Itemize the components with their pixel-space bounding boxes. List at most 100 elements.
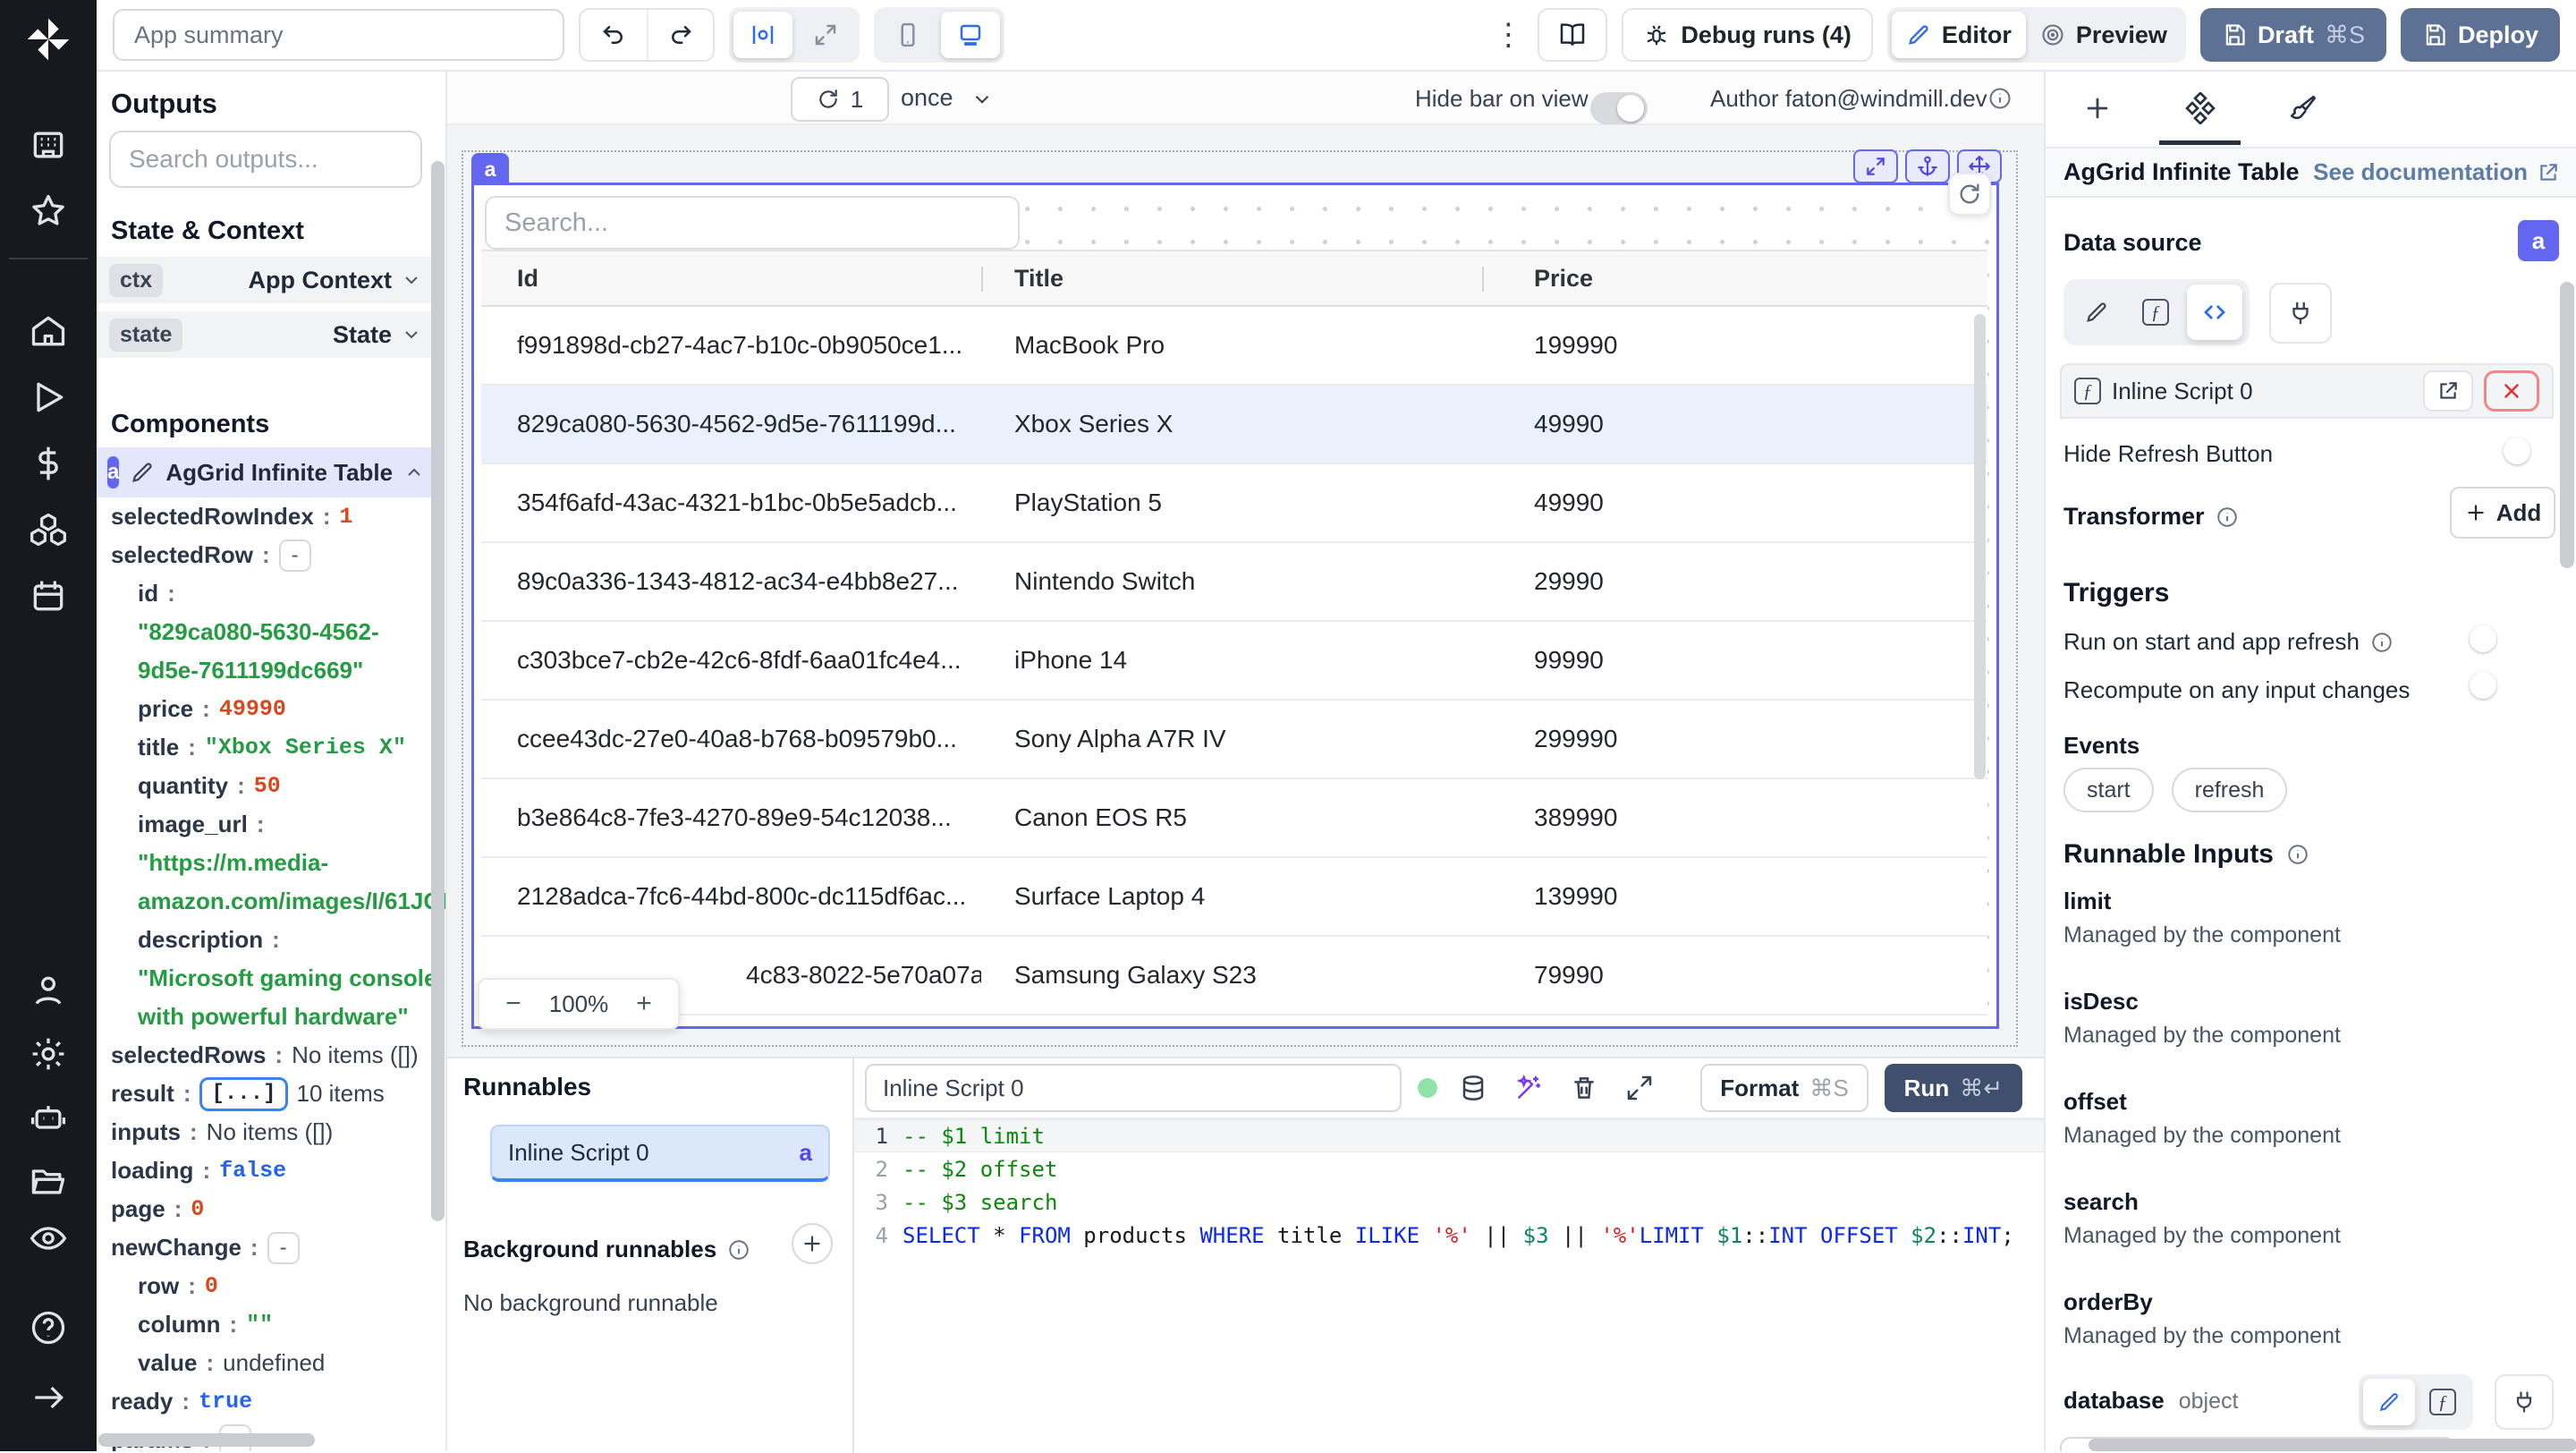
settings-icon[interactable] xyxy=(29,1034,68,1074)
output-line[interactable]: with powerful hardware" xyxy=(97,998,445,1036)
component-settings-tab[interactable] xyxy=(2148,72,2251,145)
help-icon[interactable] xyxy=(29,1308,68,1347)
output-line[interactable]: selectedRowIndex:1 xyxy=(97,497,445,536)
connect-plug-button[interactable] xyxy=(2269,283,2332,344)
open-script-button[interactable] xyxy=(2423,370,2473,412)
deploy-button[interactable]: Deploy xyxy=(2400,8,2560,62)
search-outputs-input[interactable]: Search outputs... xyxy=(109,131,422,188)
add-background-runnable-button[interactable] xyxy=(792,1223,833,1264)
workers-icon[interactable] xyxy=(29,1098,68,1137)
outputs-horizontal-scrollbar[interactable] xyxy=(98,1433,315,1447)
canvas[interactable]: a Search... Id Title Price f991898d-cb27-4… xyxy=(447,125,2044,1128)
schedules-icon[interactable] xyxy=(29,576,68,616)
debug-runs-button[interactable]: Debug runs (4) xyxy=(1622,8,1873,62)
output-line[interactable]: loading: false xyxy=(97,1151,445,1190)
output-line[interactable]: result: [...] 10 items xyxy=(97,1075,445,1113)
output-line[interactable]: description: xyxy=(97,921,445,959)
expand-component-button[interactable] xyxy=(1853,149,1898,183)
desktop-view-toggle[interactable] xyxy=(941,12,1000,58)
component-tree-item[interactable]: a AgGrid Infinite Table xyxy=(97,447,435,497)
workspace-icon[interactable] xyxy=(29,125,68,165)
home-icon[interactable] xyxy=(29,311,68,351)
connect-plug-button[interactable] xyxy=(2495,1374,2554,1430)
aggrid-component[interactable]: a Search... Id Title Price f991898d-cb27-4… xyxy=(471,149,2002,1030)
expand-object-chip[interactable]: - xyxy=(278,539,311,572)
column-header-price[interactable]: Price xyxy=(1482,265,1987,293)
database-icon[interactable] xyxy=(1453,1068,1493,1108)
more-menu-button[interactable]: ⋮ xyxy=(1493,20,1523,50)
schedule-dropdown[interactable]: once xyxy=(901,84,953,112)
output-line[interactable]: price:49990 xyxy=(97,690,445,728)
app-summary-input[interactable]: App summary xyxy=(113,9,564,61)
code-line[interactable]: 1 -- $1 limit xyxy=(854,1119,2044,1152)
chevron-down-icon[interactable] xyxy=(970,88,994,111)
expand-array-chip[interactable]: [...] xyxy=(199,1076,288,1111)
table-header-row[interactable]: Id Title Price xyxy=(481,251,1987,307)
output-line[interactable]: value: undefined xyxy=(97,1344,445,1382)
table-vertical-scrollbar[interactable] xyxy=(1974,314,1986,779)
table-row[interactable]: 2128adca-7fc6-44bd-800c-dc115df6ac... Sur… xyxy=(481,858,1987,937)
anchor-component-button[interactable] xyxy=(1905,149,1950,183)
column-header-title[interactable]: Title xyxy=(981,265,1482,293)
code-mode-icon[interactable] xyxy=(2187,285,2242,340)
folders-icon[interactable] xyxy=(29,1161,68,1201)
output-line[interactable]: quantity:50 xyxy=(97,767,445,805)
column-header-id[interactable]: Id xyxy=(481,265,981,293)
zoom-in-button[interactable]: + xyxy=(626,989,662,1019)
detach-script-button[interactable] xyxy=(2484,370,2539,412)
delete-icon[interactable] xyxy=(1564,1068,1604,1108)
table-row[interactable]: b3e864c8-7fe3-4270-89e9-54c12038... Canon… xyxy=(481,779,1987,858)
code-line[interactable]: 4 SELECT * FROM products WHERE title ILIK… xyxy=(854,1219,2044,1252)
output-line[interactable]: "https://m.media- xyxy=(97,844,445,882)
info-icon[interactable] xyxy=(2216,506,2239,529)
runnable-item-inline-script-0[interactable]: Inline Script 0 a xyxy=(490,1125,830,1182)
variables-icon[interactable] xyxy=(29,444,68,483)
output-line[interactable]: row:0 xyxy=(97,1267,445,1305)
code-line[interactable]: 2 -- $2 offset xyxy=(854,1152,2044,1185)
output-line[interactable]: "Microsoft gaming console xyxy=(97,959,445,998)
info-icon[interactable] xyxy=(727,1238,750,1262)
output-line[interactable]: column: "" xyxy=(97,1305,445,1344)
info-icon[interactable] xyxy=(2370,631,2394,654)
component-refresh-button[interactable] xyxy=(1948,173,1991,216)
table-row[interactable]: 354f6afd-43ac-4321-b1bc-0b5e5adcb... Play… xyxy=(481,464,1987,543)
context-row-ctx[interactable]: ctx App Context xyxy=(97,257,435,303)
table-row[interactable]: 89c0a336-1343-4812-ac34-e4bb8e27... Ninte… xyxy=(481,543,1987,622)
ai-wand-icon[interactable] xyxy=(1509,1068,1548,1108)
format-button[interactable]: Format ⌘S xyxy=(1700,1064,1868,1112)
audit-logs-icon[interactable] xyxy=(29,1219,68,1258)
run-button[interactable]: Run ⌘↵ xyxy=(1884,1064,2022,1112)
output-line[interactable]: image_url: xyxy=(97,805,445,844)
mobile-view-toggle[interactable] xyxy=(878,12,937,58)
output-line[interactable]: inputs: No items ([]) xyxy=(97,1113,445,1151)
redo-button[interactable] xyxy=(647,10,713,60)
output-line[interactable]: title: "Xbox Series X" xyxy=(97,728,445,767)
tab-preview[interactable]: Preview xyxy=(2026,12,2182,58)
collapse-sidebar-icon[interactable] xyxy=(29,1378,68,1417)
resources-icon[interactable] xyxy=(29,510,68,549)
see-documentation-link[interactable]: See documentation xyxy=(2313,158,2560,186)
static-edit-icon[interactable] xyxy=(2069,285,2124,340)
output-line[interactable]: ready: true xyxy=(97,1382,445,1421)
output-line[interactable]: "829ca080-5630-4562- xyxy=(97,613,445,651)
script-name-input[interactable]: Inline Script 0 xyxy=(865,1064,1402,1112)
favorites-icon[interactable] xyxy=(29,191,68,231)
output-line[interactable]: amazon.com/images/I/61JGKho xyxy=(97,882,445,921)
template-fx-icon[interactable]: ƒ xyxy=(2128,285,2183,340)
center-layout-toggle[interactable] xyxy=(733,12,792,58)
event-chip-refresh[interactable]: refresh xyxy=(2171,768,2288,812)
zoom-out-button[interactable]: − xyxy=(496,989,531,1019)
static-edit-icon[interactable] xyxy=(2363,1379,2415,1425)
docs-button[interactable] xyxy=(1539,10,1606,60)
users-icon[interactable] xyxy=(29,971,68,1010)
table-row[interactable]: f991898d-cb27-4ac7-b10c-0b9050ce1... MacB… xyxy=(481,307,1987,386)
event-chip-start[interactable]: start xyxy=(2063,768,2154,812)
styling-tab[interactable] xyxy=(2251,72,2354,145)
expand-object-chip[interactable]: - xyxy=(267,1231,300,1264)
expand-editor-icon[interactable] xyxy=(1620,1068,1659,1108)
settings-vertical-scrollbar[interactable] xyxy=(2560,282,2574,568)
table-row[interactable]: c303bce7-cb2e-42c6-8fdf-6aa01fc4e4... iPh… xyxy=(481,622,1987,701)
output-line[interactable]: id: xyxy=(97,574,445,613)
chevron-up-icon[interactable] xyxy=(403,462,425,483)
settings-horizontal-scrollbar[interactable] xyxy=(2089,1439,2576,1451)
